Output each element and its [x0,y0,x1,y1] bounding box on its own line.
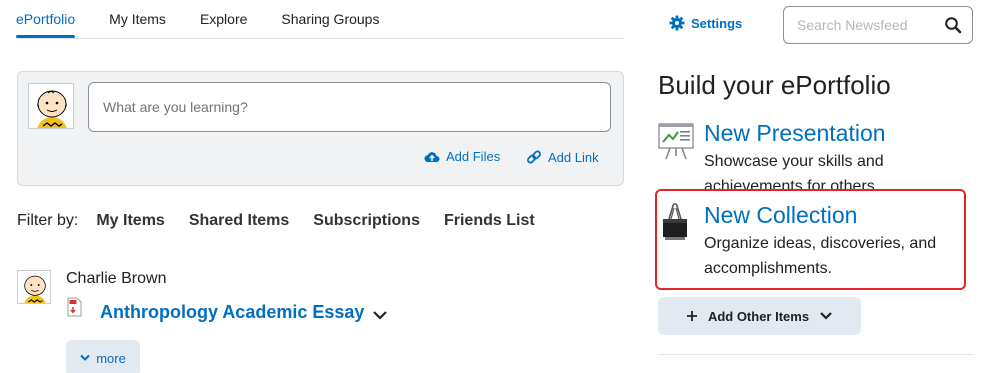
filter-subscriptions[interactable]: Subscriptions [313,212,420,230]
settings-button[interactable]: Settings [669,15,742,31]
add-files-label: Add Files [446,149,501,164]
tab-eportfolio[interactable]: ePortfolio [16,0,76,38]
feed-item-title-link[interactable]: Anthropology Academic Essay [100,302,364,323]
search-newsfeed [783,6,973,44]
add-other-items-button[interactable]: Add Other Items [658,297,861,335]
more-label: more [96,350,126,366]
filter-label: Filter by: [17,212,79,229]
charlie-brown-avatar-icon [18,271,50,303]
right-divider [658,354,974,355]
post-input[interactable] [88,82,611,132]
tab-explore[interactable]: Explore [200,0,247,38]
link-icon [527,150,541,164]
filter-friends-list[interactable]: Friends List [444,212,535,230]
gear-icon [669,15,685,31]
chevron-down-icon[interactable] [372,308,388,326]
chevron-down-icon [80,354,90,361]
tab-sharing-groups[interactable]: Sharing Groups [281,0,379,38]
add-other-items-label: Add Other Items [707,308,810,324]
cloud-upload-icon [424,151,440,162]
post-composer: Add Files Add Link [17,71,624,186]
settings-label: Settings [691,15,743,31]
new-presentation-link[interactable]: New Presentation [704,120,886,147]
new-collection-link[interactable]: New Collection [704,202,857,229]
plus-icon [686,311,697,321]
build-eportfolio-heading: Build your ePortfolio [658,70,891,100]
tabs-divider [16,38,624,39]
binder-clip-icon [660,203,690,248]
top-tabs: ePortfolio My Items Explore Sharing Grou… [16,0,413,38]
search-input[interactable] [784,7,934,43]
filter-bar: Filter by: My Items Shared Items Subscri… [17,212,559,230]
tab-my-items[interactable]: My Items [109,0,166,38]
add-files-button[interactable]: Add Files [424,149,500,164]
search-icon[interactable] [944,16,962,39]
avatar [28,83,74,129]
filter-my-items[interactable]: My Items [96,212,164,230]
pdf-file-icon [66,297,84,322]
more-button[interactable]: more [66,340,140,373]
charlie-brown-avatar-icon [29,84,73,128]
add-link-label: Add Link [548,149,599,165]
presentation-board-icon [658,122,694,165]
filter-shared-items[interactable]: Shared Items [189,212,289,230]
feed-avatar [17,270,51,304]
new-collection-description: Organize ideas, discoveries, and accompl… [704,235,937,277]
feed-author-name: Charlie Brown [66,270,167,287]
chevron-down-icon [820,312,832,320]
add-link-button[interactable]: Add Link [526,149,599,165]
